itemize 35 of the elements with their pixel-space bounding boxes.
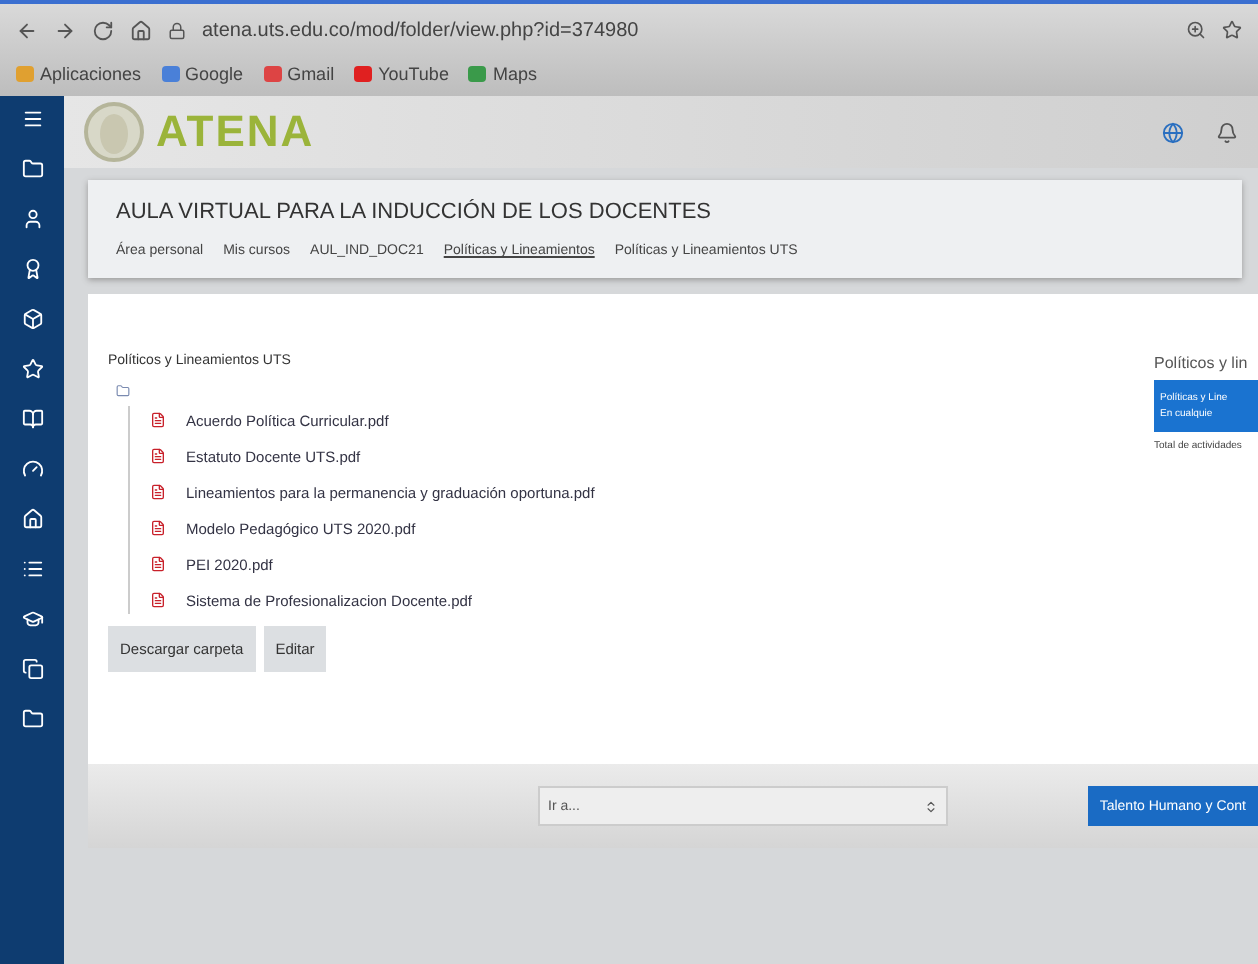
pdf-icon — [150, 448, 166, 464]
language-icon[interactable] — [1162, 121, 1184, 143]
bookmark-item[interactable]: Google — [161, 64, 244, 84]
forward-icon[interactable] — [54, 19, 76, 41]
bookmark-item[interactable]: Gmail — [263, 64, 335, 84]
award-icon[interactable] — [21, 258, 43, 280]
course-title: AULA VIRTUAL PARA LA INDUCCIÓN DE LOS DOCENTES — [116, 200, 713, 224]
bookmark-star-icon[interactable] — [1222, 20, 1242, 40]
star-icon[interactable] — [21, 358, 43, 380]
select-arrows-icon — [924, 799, 938, 813]
logo-emblem-icon — [84, 100, 144, 164]
logo-text: ATENA — [156, 106, 315, 158]
home-icon[interactable] — [130, 19, 152, 41]
bookmark-item[interactable]: Maps — [468, 64, 537, 84]
bookmark-item[interactable]: YouTube — [354, 64, 449, 84]
zoom-icon[interactable] — [1186, 20, 1206, 40]
book-icon[interactable] — [21, 408, 43, 430]
menu-icon[interactable] — [21, 108, 43, 130]
pdf-icon — [150, 556, 166, 572]
notification-icon[interactable] — [1216, 121, 1238, 143]
lock-icon — [168, 21, 186, 39]
pdf-icon — [150, 592, 166, 608]
url-field[interactable]: atena.uts.edu.co/mod/folder/view.php?id=374980 — [202, 19, 1170, 41]
block-title: Políticos y lin — [1154, 354, 1250, 372]
bookmark-item[interactable]: Aplicaciones — [16, 64, 142, 84]
graduation-icon[interactable] — [21, 608, 43, 630]
pdf-icon — [150, 412, 166, 428]
box-icon[interactable] — [21, 308, 43, 330]
back-icon[interactable] — [16, 19, 38, 41]
copy-icon[interactable] — [21, 658, 43, 680]
gauge-icon[interactable] — [21, 458, 43, 480]
reload-icon[interactable] — [92, 19, 114, 41]
pdf-icon — [150, 484, 166, 500]
pdf-icon — [150, 520, 166, 536]
user-icon[interactable] — [21, 208, 43, 230]
